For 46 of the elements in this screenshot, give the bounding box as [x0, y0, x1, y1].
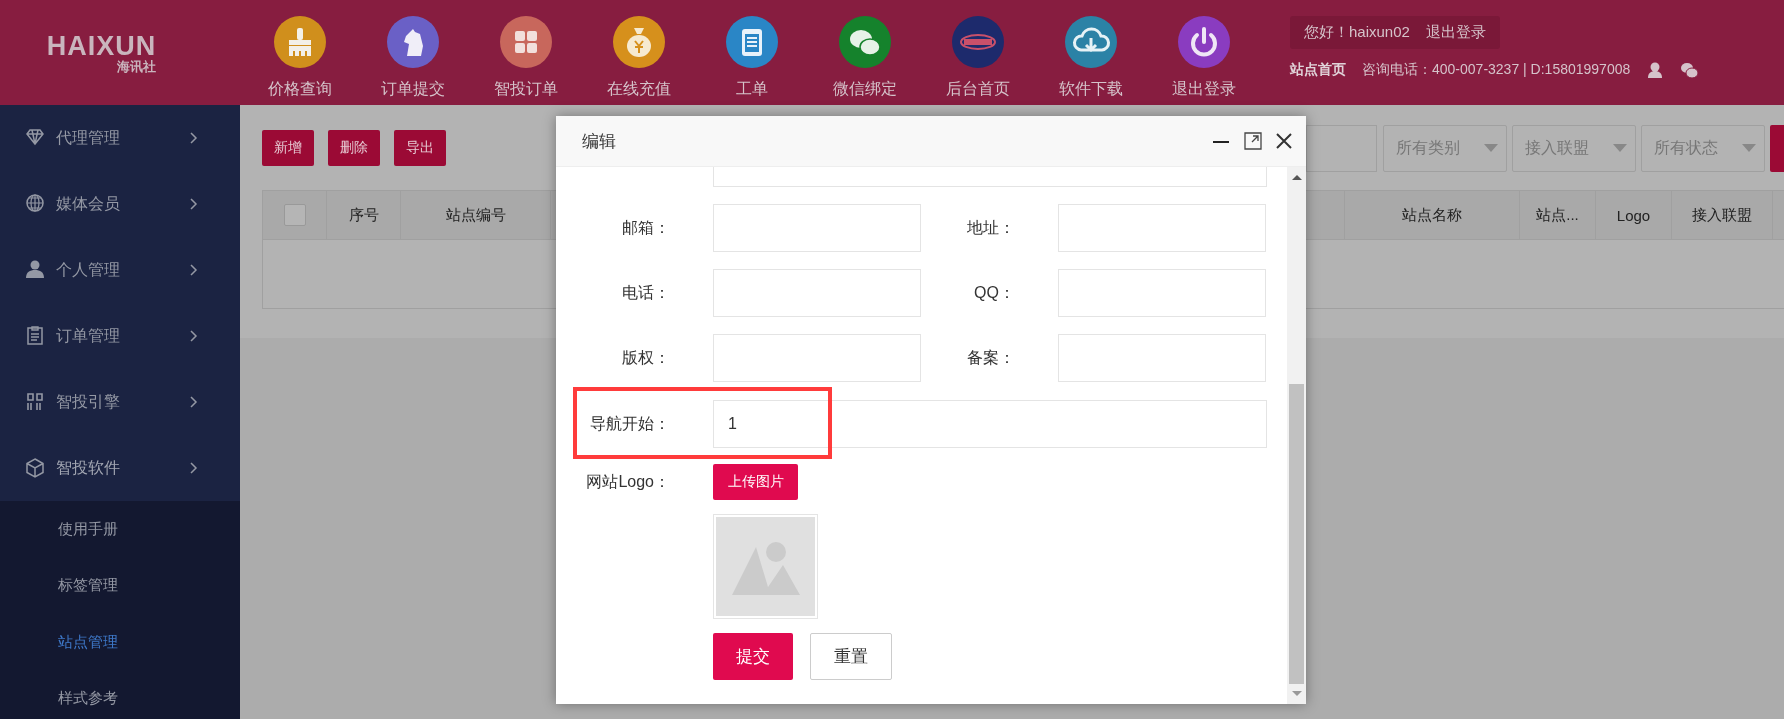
column-header: 站点编号: [401, 191, 551, 239]
sidebar-item[interactable]: 智投引擎: [0, 369, 240, 435]
toolbar-button[interactable]: 导出: [394, 130, 446, 166]
column-header: 站点名称: [1345, 191, 1520, 239]
submenu-item[interactable]: 样式参考: [0, 670, 240, 719]
column-header: 接入联盟: [1672, 191, 1773, 239]
brand-logo[interactable]: HAIXUN 海讯社: [46, 31, 157, 74]
field-label: 导航开始：: [589, 413, 670, 434]
submenu-item[interactable]: 使用手册: [0, 501, 240, 558]
field-label: 地址：: [966, 217, 1015, 238]
sidebar-item[interactable]: 订单管理: [0, 303, 240, 369]
nav-link[interactable]: 微信绑定: [808, 0, 921, 105]
field-label: QQ：: [973, 282, 1015, 303]
greeting-text: 您好！haixun02: [1304, 23, 1410, 42]
sidebar-item[interactable]: 智投软件: [0, 435, 240, 501]
nav-link[interactable]: 订单提交: [356, 0, 469, 105]
submenu-item[interactable]: 标签管理: [0, 557, 240, 614]
input-field[interactable]: 1: [713, 400, 1267, 448]
nav-link[interactable]: 退出登录: [1147, 0, 1260, 105]
nav-link[interactable]: 价格查询: [243, 0, 356, 105]
home-link[interactable]: 站点首页: [1290, 61, 1346, 79]
field-label: 备案：: [966, 347, 1015, 368]
toolbar-button[interactable]: 删除: [328, 130, 380, 166]
sidebar-item[interactable]: 媒体会员: [0, 171, 240, 237]
sidebar-item[interactable]: 代理管理: [0, 105, 240, 171]
submit-button[interactable]: 提交: [713, 633, 793, 680]
field-label: 电话：: [621, 282, 670, 303]
logout-link[interactable]: 退出登录: [1425, 23, 1486, 42]
field-label: 邮箱：: [621, 217, 670, 238]
reset-button[interactable]: 重置: [810, 633, 892, 680]
column-header: Logo: [1596, 191, 1672, 239]
nav-link[interactable]: 工单: [695, 0, 808, 105]
contact-text: 咨询电话：400-007-3237 | D:15801997008: [1362, 61, 1631, 79]
dialog-title: 编辑: [582, 130, 617, 153]
submenu-item[interactable]: 站点管理: [0, 614, 240, 671]
sidebar-item[interactable]: 个人管理: [0, 237, 240, 303]
nav-link[interactable]: 后台首页: [921, 0, 1034, 105]
nav-link[interactable]: 软件下载: [1034, 0, 1147, 105]
nav-link[interactable]: 智投订单: [469, 0, 582, 105]
nav-link[interactable]: 在线充值: [582, 0, 695, 105]
column-header: 序号: [327, 191, 401, 239]
column-header: 站点...: [1520, 191, 1596, 239]
toolbar-button[interactable]: 新增: [262, 130, 314, 166]
field-label: 网站Logo：: [585, 472, 670, 492]
upload-button[interactable]: 上传图片: [713, 464, 798, 500]
field-label: 版权：: [621, 347, 670, 368]
